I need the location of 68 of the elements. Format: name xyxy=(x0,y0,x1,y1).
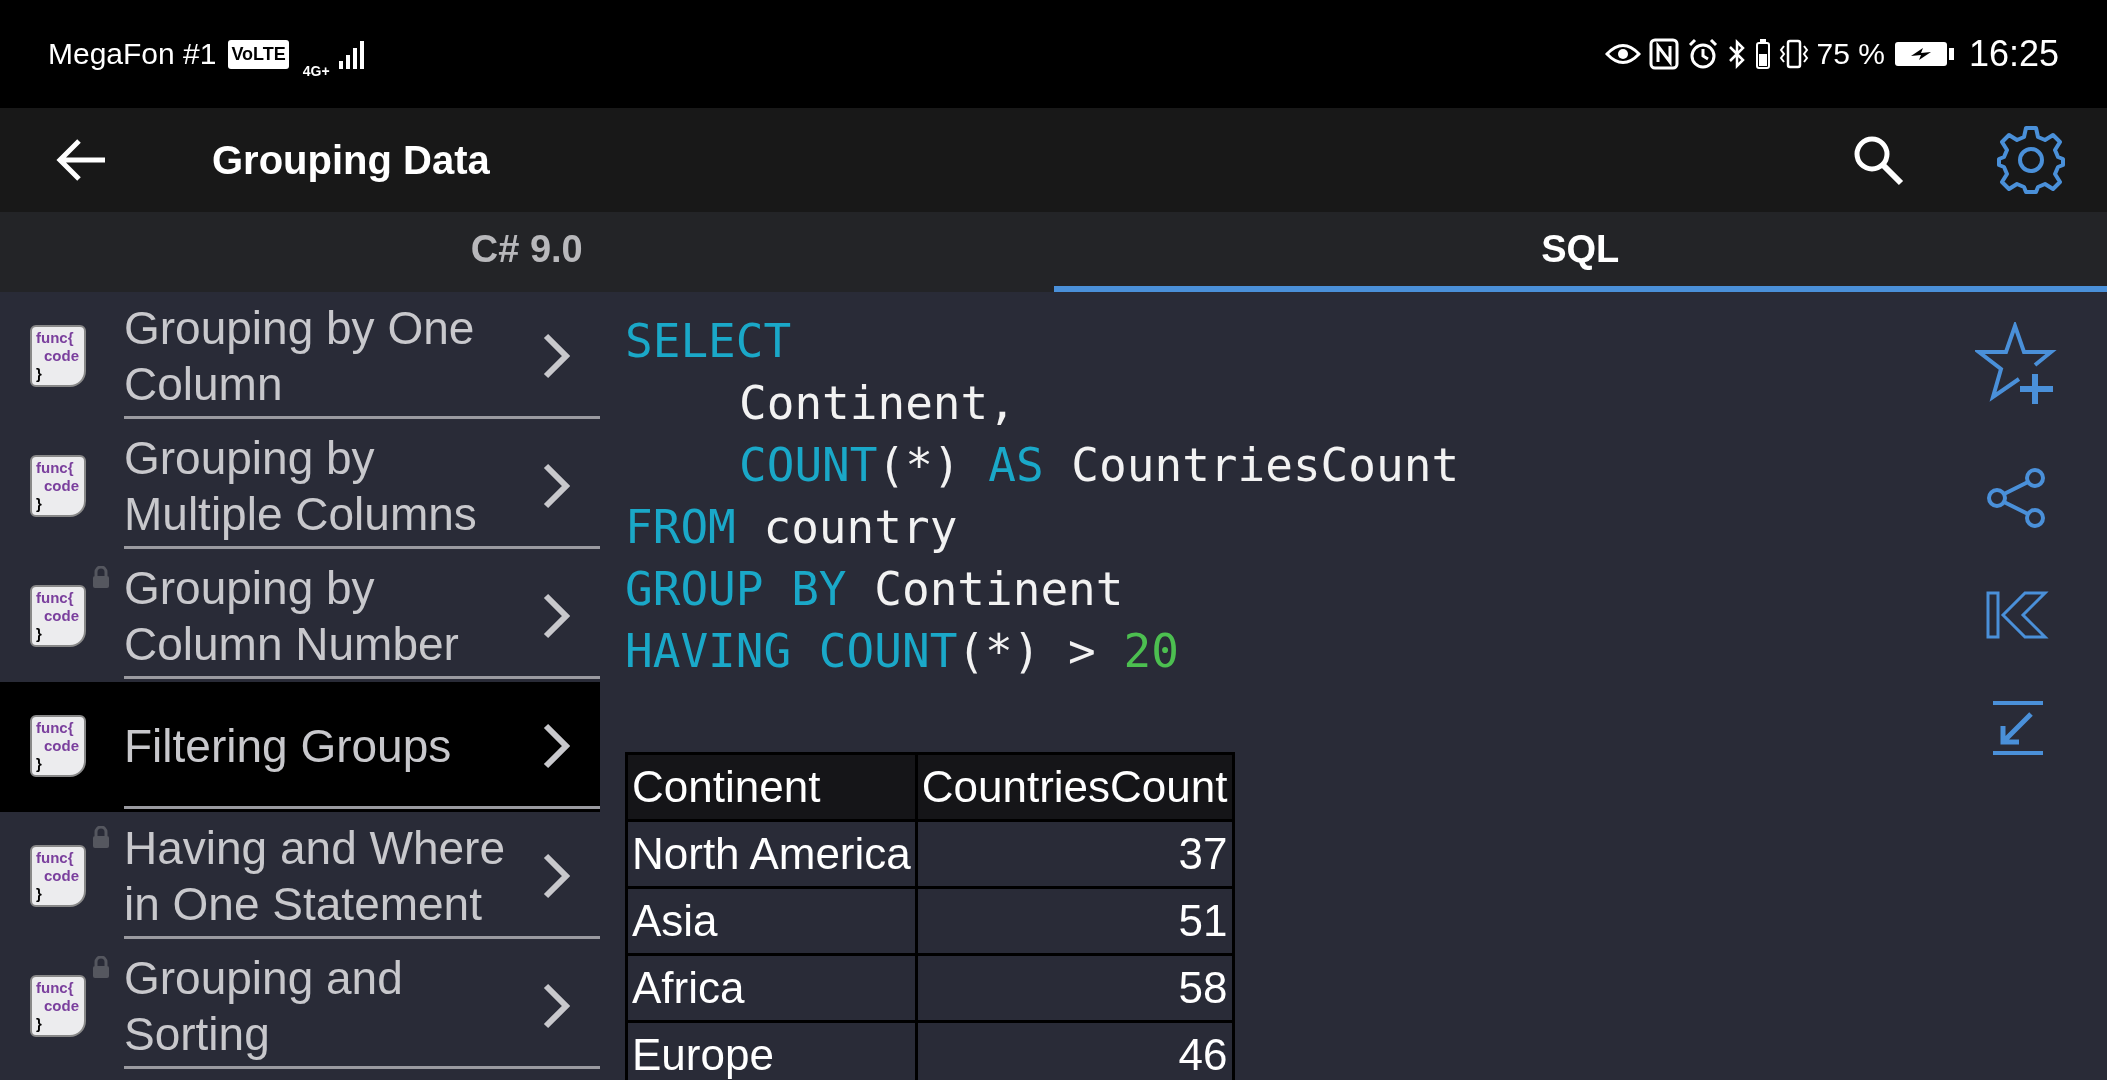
code-line: COUNT(*) AS CountriesCount xyxy=(738,437,1461,494)
icon-label: func{ xyxy=(36,328,75,347)
skip-back-icon[interactable] xyxy=(1985,590,2049,640)
settings-icon[interactable] xyxy=(1995,124,2067,196)
lock-icon xyxy=(92,956,110,978)
volte-badge: VoLTE xyxy=(228,39,289,69)
icon-label: } xyxy=(36,494,43,513)
icon-label: } xyxy=(36,364,43,383)
table-cell: 37 xyxy=(916,820,1233,888)
lesson-title: Grouping by Multiple Columns xyxy=(124,431,477,540)
screen-title: Grouping Data xyxy=(212,137,491,183)
icon-label: func{ xyxy=(36,718,75,737)
chevron-right-icon xyxy=(542,461,570,510)
clock-time: 16:25 xyxy=(1968,33,2059,75)
tab[interactable]: SQL xyxy=(1053,212,2107,292)
table-cell: Europe xyxy=(626,1021,917,1080)
chevron-right-icon xyxy=(542,721,570,770)
alarm-icon xyxy=(1686,38,1719,70)
icon-label: } xyxy=(36,884,43,903)
eye-icon xyxy=(1604,41,1641,67)
chevron-right-icon xyxy=(542,851,570,900)
icon-label: code xyxy=(43,606,80,625)
icon-label: code xyxy=(43,866,80,885)
icon-label: } xyxy=(36,1014,43,1033)
lesson-title: Grouping and Sorting xyxy=(124,951,403,1060)
code-line: GROUP BY Continent xyxy=(625,561,1125,618)
icon-label: func{ xyxy=(36,588,75,607)
star-plus-icon[interactable] xyxy=(1975,322,2059,406)
lesson-title: Having and Where in One Statement xyxy=(124,821,505,930)
back-arrow-icon[interactable] xyxy=(55,138,107,182)
network-type: 4G+ xyxy=(302,63,330,79)
table-cell: Africa xyxy=(626,954,917,1022)
nfc-icon xyxy=(1648,38,1679,70)
carrier-name: MegaFon #1 xyxy=(48,37,217,71)
bluetooth-icon xyxy=(1726,38,1747,70)
vibrate-icon xyxy=(1778,38,1809,70)
code-line: HAVING COUNT(*) > 20 xyxy=(625,623,1180,680)
column-header: CountriesCount xyxy=(916,753,1233,821)
icon-label: } xyxy=(36,624,43,643)
chevron-right-icon xyxy=(542,591,570,640)
lesson-title: Grouping by Column Number xyxy=(124,561,459,670)
battery-small-icon xyxy=(1754,38,1771,70)
icon-label: func{ xyxy=(36,458,75,477)
code-line: FROM country xyxy=(625,499,959,556)
tab[interactable]: C# 9.0 xyxy=(0,212,1054,292)
lock-icon xyxy=(92,826,110,848)
icon-label: code xyxy=(43,736,80,755)
code-line: Continent, xyxy=(738,375,1017,432)
code-line: SELECT xyxy=(625,313,793,370)
lesson-title: Grouping by One Column xyxy=(124,301,475,410)
table-cell: 58 xyxy=(916,954,1233,1022)
battery-charging-icon xyxy=(1892,39,1955,69)
chevron-right-icon xyxy=(542,331,570,380)
icon-label: func{ xyxy=(36,978,75,997)
table-cell: North America xyxy=(626,820,917,888)
icon-label: code xyxy=(43,476,80,495)
battery-percent: 75 % xyxy=(1816,37,1885,71)
lock-icon xyxy=(92,566,110,588)
column-header: Continent xyxy=(626,753,917,821)
icon-label: } xyxy=(36,754,43,773)
icon-label: func{ xyxy=(36,848,75,867)
lesson-item[interactable]: func{ code } Filtering Groups xyxy=(0,682,600,812)
icon-label: code xyxy=(43,346,80,365)
table-cell: 51 xyxy=(916,887,1233,955)
table-cell: Asia xyxy=(626,887,917,955)
icon-label: code xyxy=(43,996,80,1015)
lesson-title: Filtering Groups xyxy=(124,719,452,772)
chevron-right-icon xyxy=(542,981,570,1030)
